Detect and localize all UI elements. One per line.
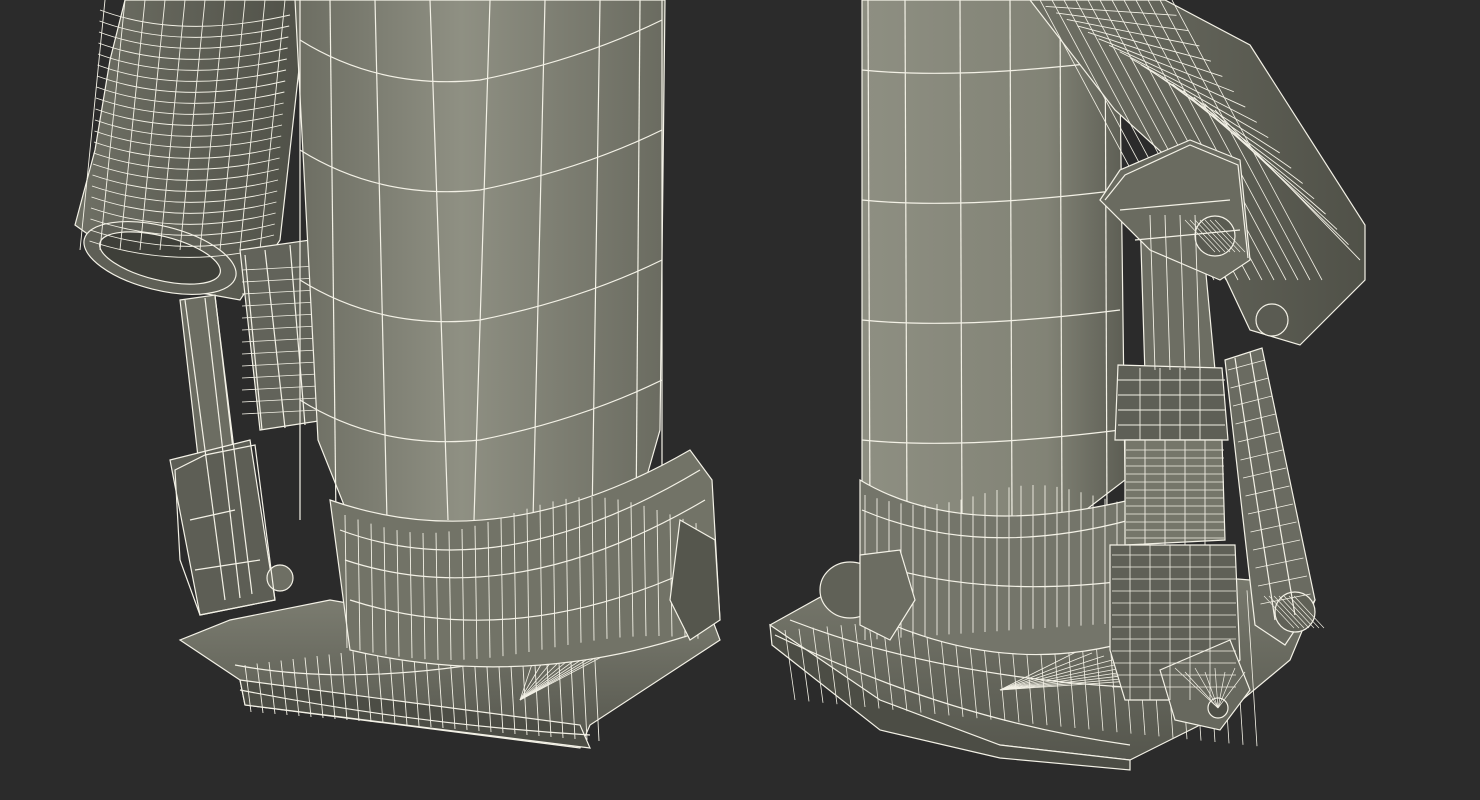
left-piston-link: [169, 239, 326, 616]
left-main-cylinder: [294, 0, 666, 541]
left-jack-model: [74, 0, 721, 749]
render-viewport: [0, 0, 1480, 800]
right-main-cylinder: [861, 0, 1126, 546]
wireframe-render: [74, 0, 1366, 771]
right-jack-model: [769, 0, 1366, 771]
